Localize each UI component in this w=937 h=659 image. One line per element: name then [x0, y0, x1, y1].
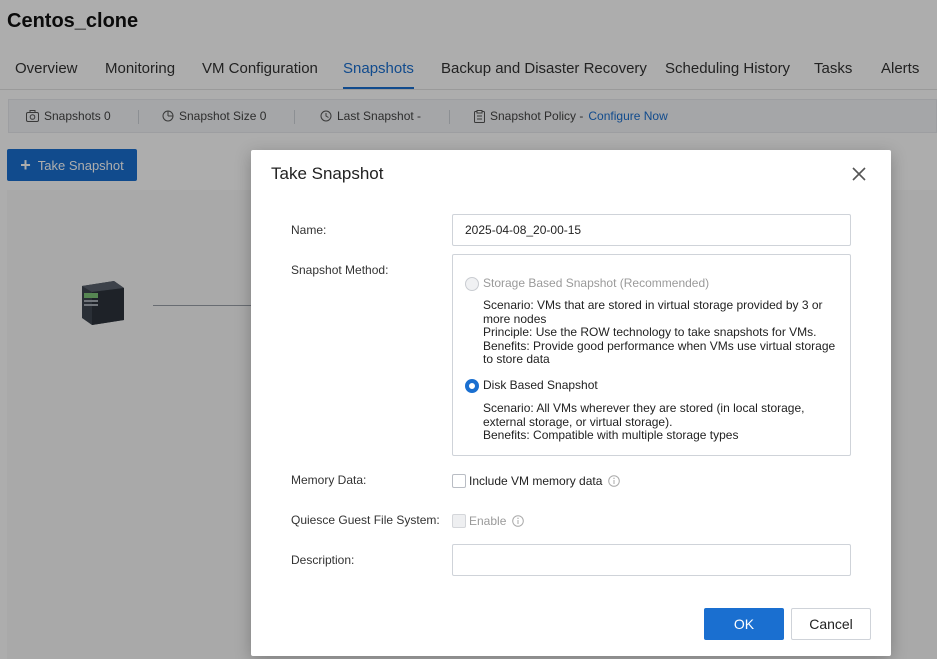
include-memory-label[interactable]: Include VM memory data: [469, 474, 602, 488]
storage-based-snapshot-label[interactable]: Storage Based Snapshot (Recommended): [483, 276, 709, 290]
quiesce-label: Quiesce Guest File System:: [291, 513, 440, 527]
snapshot-method-label: Snapshot Method:: [291, 263, 389, 277]
description-line: external storage, or virtual storage).: [483, 414, 673, 429]
disk-based-snapshot-label[interactable]: Disk Based Snapshot: [483, 378, 598, 392]
description-line: more nodes: [483, 311, 547, 326]
description-line: Benefits: Provide good performance when …: [483, 338, 836, 353]
info-icon[interactable]: [608, 475, 620, 487]
storage-based-description: Scenario: VMs that are stored in virtual…: [483, 298, 843, 367]
memory-data-label: Memory Data:: [291, 473, 367, 487]
dialog-title: Take Snapshot: [271, 164, 384, 183]
include-memory-checkbox[interactable]: [452, 474, 466, 488]
take-snapshot-dialog: Take Snapshot Name: Snapshot Method: Sto…: [251, 150, 891, 656]
cancel-button[interactable]: Cancel: [791, 608, 871, 640]
description-line: Principle: Use the ROW technology to tak…: [483, 325, 817, 339]
quiesce-enable-checkbox[interactable]: [452, 514, 466, 528]
ok-button[interactable]: OK: [704, 608, 784, 640]
name-label: Name:: [291, 223, 327, 237]
quiesce-enable-label[interactable]: Enable: [469, 514, 506, 528]
description-input[interactable]: [452, 544, 851, 576]
description-label: Description:: [291, 553, 355, 567]
disk-based-snapshot-radio[interactable]: [465, 379, 479, 393]
snapshot-method-group: Storage Based Snapshot (Recommended) Sce…: [452, 254, 851, 456]
info-icon[interactable]: [512, 515, 524, 527]
description-line: Benefits: Compatible with multiple stora…: [483, 428, 739, 442]
storage-based-snapshot-radio[interactable]: [465, 277, 479, 291]
description-line: Scenario: VMs that are stored in virtual…: [483, 298, 823, 312]
close-icon[interactable]: [849, 164, 869, 184]
disk-based-description: Scenario: All VMs wherever they are stor…: [483, 401, 843, 443]
snapshot-name-input[interactable]: [452, 214, 851, 246]
description-line: to store data: [483, 352, 550, 366]
description-line: Scenario: All VMs wherever they are stor…: [483, 401, 805, 415]
